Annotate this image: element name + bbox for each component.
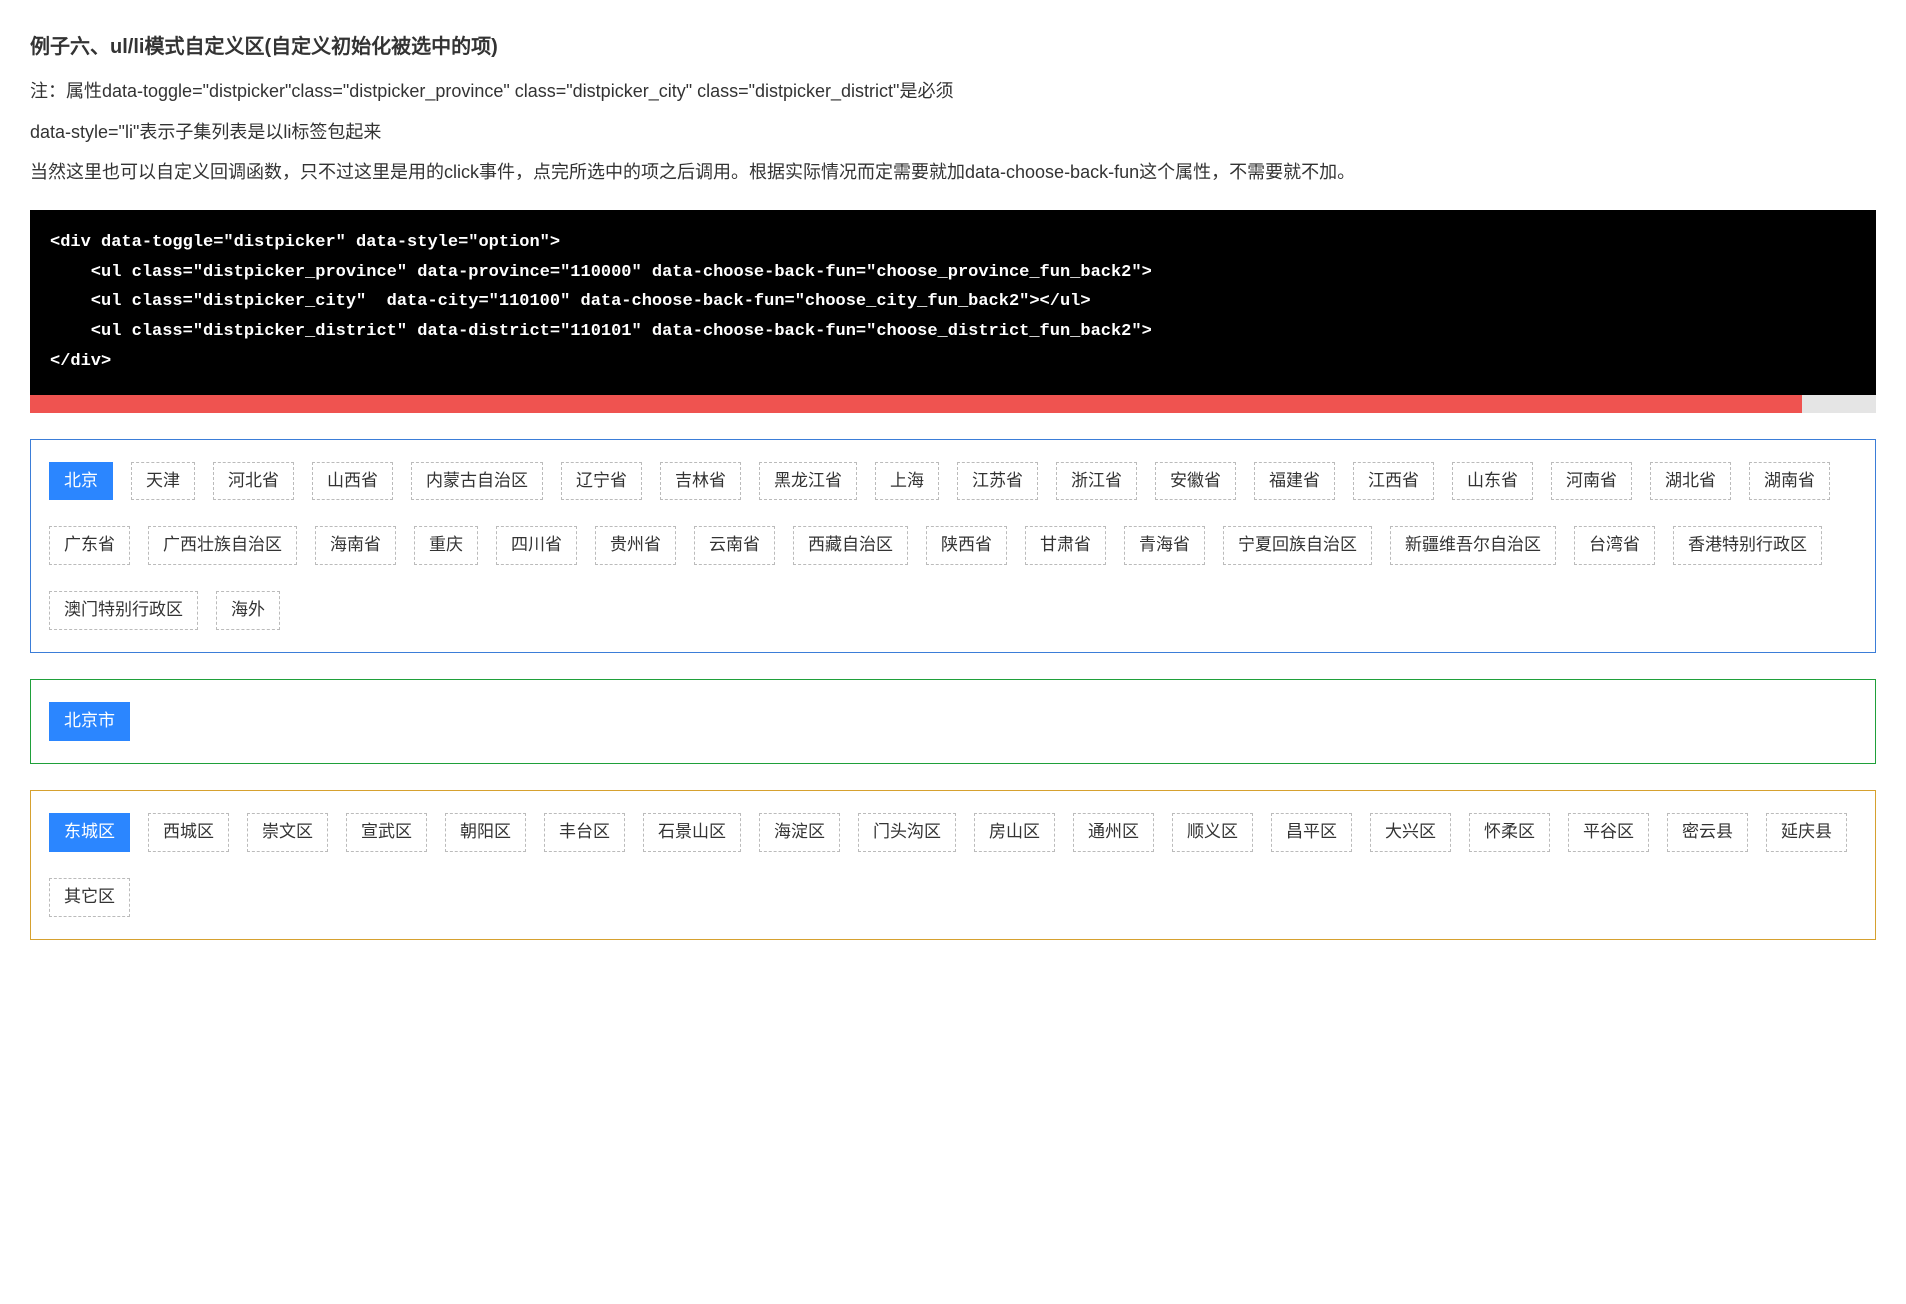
province-item[interactable]: 湖南省 — [1749, 462, 1830, 501]
province-item[interactable]: 西藏自治区 — [793, 526, 908, 565]
province-item[interactable]: 江西省 — [1353, 462, 1434, 501]
district-item[interactable]: 其它区 — [49, 878, 130, 917]
province-item[interactable]: 香港特别行政区 — [1673, 526, 1822, 565]
province-item[interactable]: 北京 — [49, 462, 113, 501]
district-item[interactable]: 朝阳区 — [445, 813, 526, 852]
district-item[interactable]: 大兴区 — [1370, 813, 1451, 852]
province-item[interactable]: 台湾省 — [1574, 526, 1655, 565]
district-item[interactable]: 门头沟区 — [858, 813, 956, 852]
district-item[interactable]: 平谷区 — [1568, 813, 1649, 852]
district-item[interactable]: 西城区 — [148, 813, 229, 852]
province-item[interactable]: 安徽省 — [1155, 462, 1236, 501]
province-item[interactable]: 宁夏回族自治区 — [1223, 526, 1372, 565]
district-item[interactable]: 怀柔区 — [1469, 813, 1550, 852]
province-picker: 北京天津河北省山西省内蒙古自治区辽宁省吉林省黑龙江省上海江苏省浙江省安徽省福建省… — [30, 439, 1876, 654]
code-snippet: <div data-toggle="distpicker" data-style… — [30, 210, 1876, 395]
province-item[interactable]: 山西省 — [312, 462, 393, 501]
district-item[interactable]: 延庆县 — [1766, 813, 1847, 852]
province-item[interactable]: 甘肃省 — [1025, 526, 1106, 565]
city-list: 北京市 — [49, 702, 1857, 753]
province-item[interactable]: 云南省 — [694, 526, 775, 565]
district-item[interactable]: 昌平区 — [1271, 813, 1352, 852]
province-item[interactable]: 河北省 — [213, 462, 294, 501]
province-item[interactable]: 浙江省 — [1056, 462, 1137, 501]
district-item[interactable]: 丰台区 — [544, 813, 625, 852]
province-item[interactable]: 四川省 — [496, 526, 577, 565]
province-item[interactable]: 河南省 — [1551, 462, 1632, 501]
province-item[interactable]: 福建省 — [1254, 462, 1335, 501]
city-item[interactable]: 北京市 — [49, 702, 130, 741]
province-item[interactable]: 新疆维吾尔自治区 — [1390, 526, 1556, 565]
province-item[interactable]: 澳门特别行政区 — [49, 591, 198, 630]
province-item[interactable]: 重庆 — [414, 526, 478, 565]
province-item[interactable]: 山东省 — [1452, 462, 1533, 501]
province-item[interactable]: 贵州省 — [595, 526, 676, 565]
district-picker: 东城区西城区崇文区宣武区朝阳区丰台区石景山区海淀区门头沟区房山区通州区顺义区昌平… — [30, 790, 1876, 940]
province-item[interactable]: 广西壮族自治区 — [148, 526, 297, 565]
province-item[interactable]: 吉林省 — [660, 462, 741, 501]
district-item[interactable]: 石景山区 — [643, 813, 741, 852]
province-item[interactable]: 青海省 — [1124, 526, 1205, 565]
district-item[interactable]: 崇文区 — [247, 813, 328, 852]
code-block-container: <div data-toggle="distpicker" data-style… — [30, 210, 1876, 413]
description-paragraph-3: 当然这里也可以自定义回调函数，只不过这里是用的click事件，点完所选中的项之后… — [30, 157, 1876, 188]
example-heading: 例子六、ul/li模式自定义区(自定义初始化被选中的项) — [30, 30, 1876, 64]
description-paragraph-2: data-style="li"表示子集列表是以li标签包起来 — [30, 117, 1876, 148]
district-item[interactable]: 顺义区 — [1172, 813, 1253, 852]
district-item[interactable]: 东城区 — [49, 813, 130, 852]
province-item[interactable]: 黑龙江省 — [759, 462, 857, 501]
horizontal-scrollbar-track[interactable] — [30, 395, 1876, 413]
district-list: 东城区西城区崇文区宣武区朝阳区丰台区石景山区海淀区门头沟区房山区通州区顺义区昌平… — [49, 813, 1857, 929]
district-item[interactable]: 房山区 — [974, 813, 1055, 852]
province-item[interactable]: 江苏省 — [957, 462, 1038, 501]
province-item[interactable]: 辽宁省 — [561, 462, 642, 501]
province-item[interactable]: 海外 — [216, 591, 280, 630]
district-item[interactable]: 通州区 — [1073, 813, 1154, 852]
district-item[interactable]: 宣武区 — [346, 813, 427, 852]
province-item[interactable]: 天津 — [131, 462, 195, 501]
district-item[interactable]: 密云县 — [1667, 813, 1748, 852]
province-item[interactable]: 内蒙古自治区 — [411, 462, 543, 501]
horizontal-scrollbar-thumb[interactable] — [30, 395, 1802, 413]
province-list: 北京天津河北省山西省内蒙古自治区辽宁省吉林省黑龙江省上海江苏省浙江省安徽省福建省… — [49, 462, 1857, 643]
province-item[interactable]: 广东省 — [49, 526, 130, 565]
province-item[interactable]: 上海 — [875, 462, 939, 501]
description-paragraph-1: 注：属性data-toggle="distpicker"class="distp… — [30, 76, 1876, 107]
province-item[interactable]: 陕西省 — [926, 526, 1007, 565]
province-item[interactable]: 海南省 — [315, 526, 396, 565]
district-item[interactable]: 海淀区 — [759, 813, 840, 852]
province-item[interactable]: 湖北省 — [1650, 462, 1731, 501]
city-picker: 北京市 — [30, 679, 1876, 764]
